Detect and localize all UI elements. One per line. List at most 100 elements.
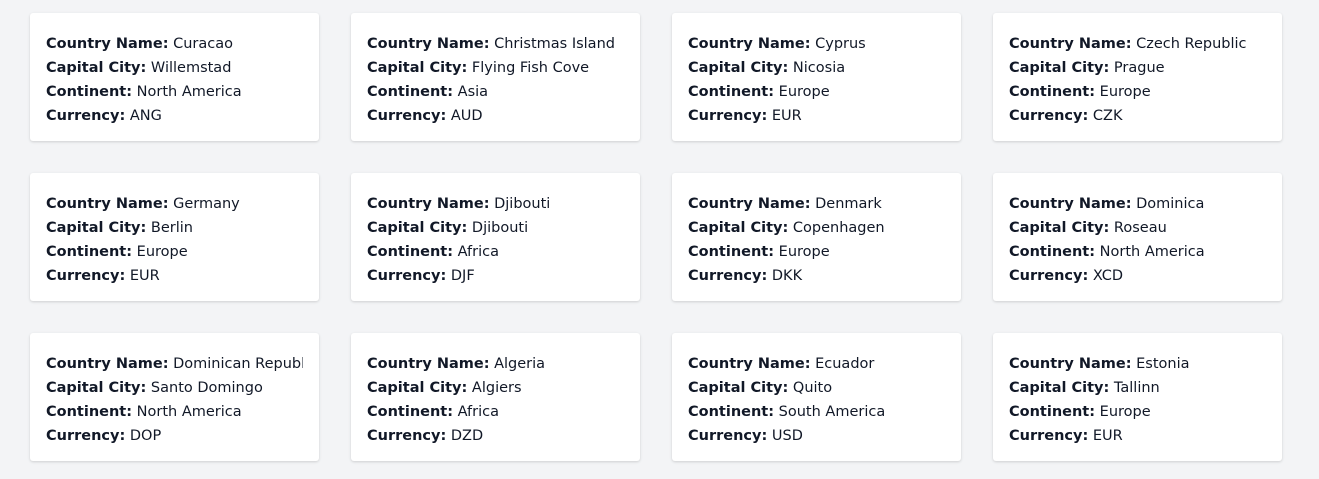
country-name-row: Country Name: Germany	[46, 192, 303, 216]
continent-value: Africa	[457, 404, 500, 420]
currency-row: Currency: ANG	[46, 104, 303, 128]
continent-value: Europe	[136, 244, 188, 260]
continent-value: South America	[778, 404, 886, 420]
continent-value: Africa	[457, 244, 500, 260]
country-card: Country Name: Estonia Capital City: Tall…	[993, 333, 1282, 461]
continent-value: Europe	[778, 244, 830, 260]
country-name-row: Country Name: Curacao	[46, 32, 303, 56]
country-name-label: Country Name:	[1009, 356, 1132, 372]
country-name-label: Country Name:	[46, 196, 169, 212]
continent-value: Europe	[1099, 84, 1151, 100]
country-name-value: Curacao	[173, 36, 233, 52]
country-name-label: Country Name:	[367, 356, 490, 372]
currency-label: Currency:	[46, 268, 126, 284]
continent-row: Continent: North America	[46, 80, 303, 104]
country-name-row: Country Name: Ecuador	[688, 352, 945, 376]
capital-city-value: Copenhagen	[792, 220, 885, 236]
capital-city-label: Capital City:	[1009, 60, 1110, 76]
capital-city-value: Nicosia	[792, 60, 846, 76]
country-name-row: Country Name: Christmas Island	[367, 32, 624, 56]
currency-value: ANG	[129, 108, 162, 124]
capital-city-label: Capital City:	[688, 60, 789, 76]
continent-label: Continent:	[688, 244, 775, 260]
continent-row: Continent: Africa	[367, 400, 624, 424]
currency-value: EUR	[129, 268, 160, 284]
continent-label: Continent:	[688, 404, 775, 420]
country-card: Country Name: Curacao Capital City: Will…	[30, 13, 319, 141]
country-name-value: Djibouti	[494, 196, 551, 212]
country-card: Country Name: Czech Republic Capital Cit…	[993, 13, 1282, 141]
continent-row: Continent: North America	[46, 400, 303, 424]
capital-city-label: Capital City:	[46, 60, 147, 76]
country-name-row: Country Name: Algeria	[367, 352, 624, 376]
capital-city-label: Capital City:	[367, 380, 468, 396]
capital-city-value: Tallinn	[1113, 380, 1160, 396]
capital-city-value: Flying Fish Cove	[471, 60, 590, 76]
continent-row: Continent: South America	[688, 400, 945, 424]
currency-label: Currency:	[688, 268, 768, 284]
capital-city-label: Capital City:	[367, 60, 468, 76]
currency-label: Currency:	[46, 108, 126, 124]
capital-city-row: Capital City: Algiers	[367, 376, 624, 400]
country-card-grid: Country Name: Curacao Capital City: Will…	[30, 13, 1282, 461]
capital-city-label: Capital City:	[46, 220, 147, 236]
capital-city-value: Djibouti	[471, 220, 529, 236]
country-name-label: Country Name:	[1009, 36, 1132, 52]
continent-value: Europe	[778, 84, 830, 100]
continent-label: Continent:	[367, 404, 454, 420]
continent-value: North America	[1099, 244, 1205, 260]
continent-value: North America	[136, 404, 242, 420]
country-name-label: Country Name:	[688, 36, 811, 52]
continent-row: Continent: Africa	[367, 240, 624, 264]
continent-row: Continent: Europe	[688, 240, 945, 264]
country-name-value: Dominican Republic	[173, 356, 303, 372]
country-name-row: Country Name: Cyprus	[688, 32, 945, 56]
country-name-label: Country Name:	[688, 356, 811, 372]
country-card: Country Name: Ecuador Capital City: Quit…	[672, 333, 961, 461]
capital-city-label: Capital City:	[688, 380, 789, 396]
continent-value: Europe	[1099, 404, 1151, 420]
continent-label: Continent:	[1009, 244, 1096, 260]
continent-label: Continent:	[46, 244, 133, 260]
country-name-value: Estonia	[1136, 356, 1190, 372]
currency-value: EUR	[771, 108, 802, 124]
currency-label: Currency:	[367, 108, 447, 124]
capital-city-row: Capital City: Nicosia	[688, 56, 945, 80]
continent-row: Continent: Europe	[1009, 400, 1266, 424]
currency-value: DJF	[450, 268, 475, 284]
currency-value: XCD	[1092, 268, 1124, 284]
currency-label: Currency:	[367, 428, 447, 444]
country-card: Country Name: Dominican Republic Capital…	[30, 333, 319, 461]
currency-row: Currency: DZD	[367, 424, 624, 448]
capital-city-row: Capital City: Roseau	[1009, 216, 1266, 240]
currency-row: Currency: DJF	[367, 264, 624, 288]
country-name-label: Country Name:	[1009, 196, 1132, 212]
country-card: Country Name: Christmas Island Capital C…	[351, 13, 640, 141]
capital-city-row: Capital City: Quito	[688, 376, 945, 400]
country-name-row: Country Name: Dominica	[1009, 192, 1266, 216]
capital-city-row: Capital City: Berlin	[46, 216, 303, 240]
capital-city-value: Prague	[1113, 60, 1165, 76]
currency-row: Currency: USD	[688, 424, 945, 448]
capital-city-value: Santo Domingo	[150, 380, 263, 396]
country-card: Country Name: Cyprus Capital City: Nicos…	[672, 13, 961, 141]
continent-row: Continent: Europe	[46, 240, 303, 264]
country-card: Country Name: Germany Capital City: Berl…	[30, 173, 319, 301]
country-name-label: Country Name:	[46, 356, 169, 372]
country-name-row: Country Name: Estonia	[1009, 352, 1266, 376]
currency-label: Currency:	[1009, 268, 1089, 284]
currency-row: Currency: CZK	[1009, 104, 1266, 128]
currency-value: DOP	[129, 428, 162, 444]
currency-row: Currency: EUR	[46, 264, 303, 288]
continent-value: North America	[136, 84, 242, 100]
currency-value: CZK	[1092, 108, 1123, 124]
country-name-label: Country Name:	[46, 36, 169, 52]
continent-value: Asia	[457, 84, 489, 100]
continent-label: Continent:	[367, 244, 454, 260]
country-name-value: Christmas Island	[494, 36, 615, 52]
currency-row: Currency: XCD	[1009, 264, 1266, 288]
currency-label: Currency:	[688, 108, 768, 124]
country-name-label: Country Name:	[367, 36, 490, 52]
currency-value: DKK	[771, 268, 803, 284]
capital-city-value: Willemstad	[150, 60, 232, 76]
